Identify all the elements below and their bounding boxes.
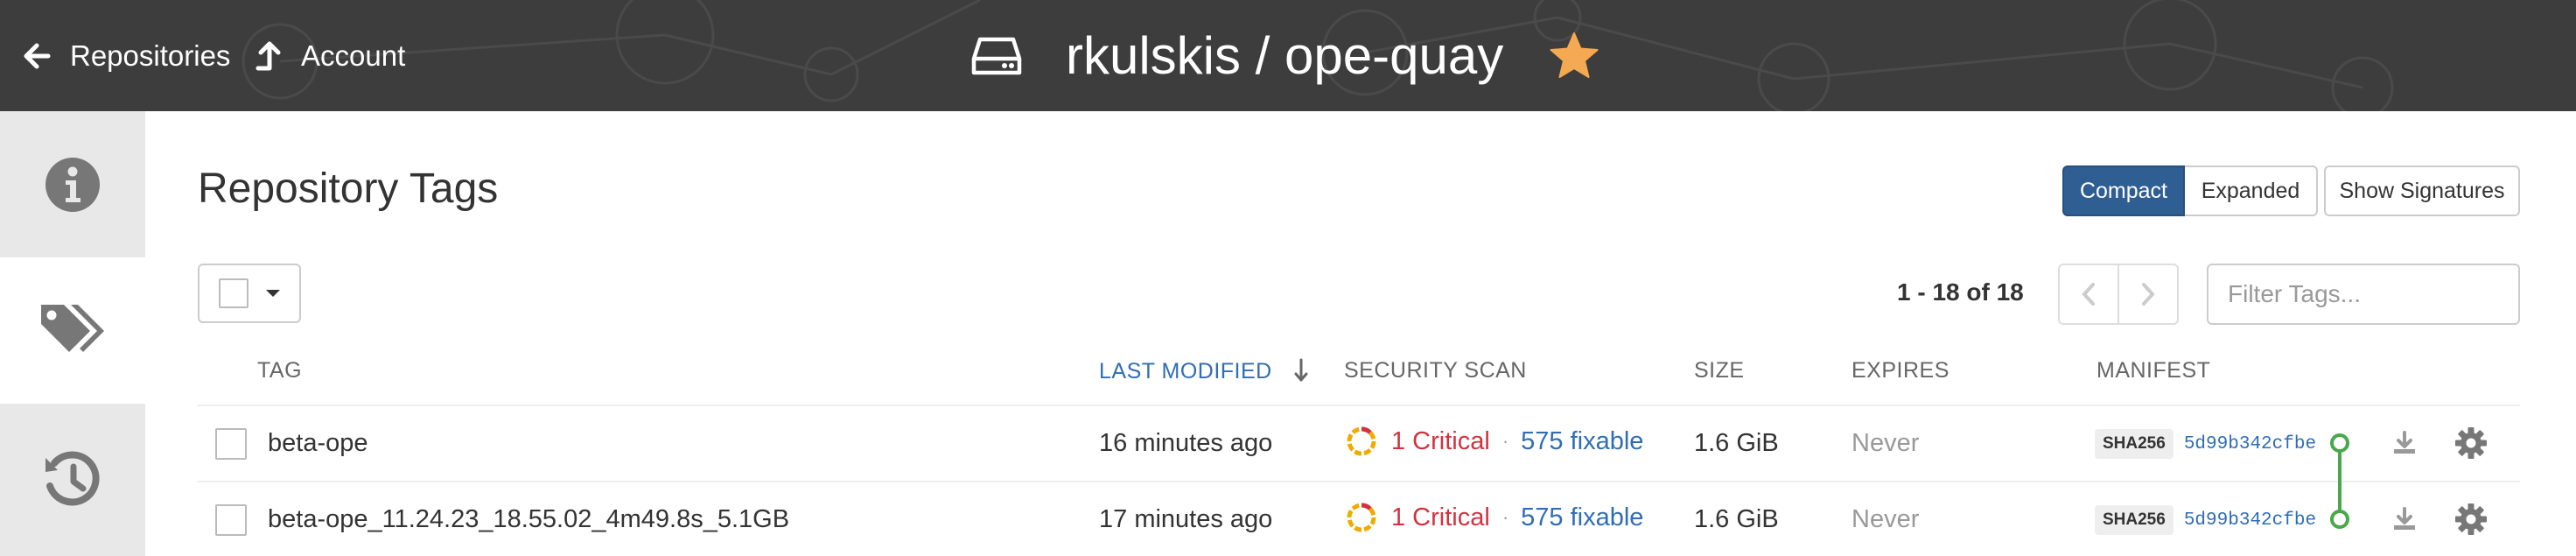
manifest-digest: SHA256 5d99b342cfbe <box>2095 429 2316 459</box>
signatures-toggle: Show Signatures <box>2324 165 2520 216</box>
sha256-label: SHA256 <box>2095 429 2174 459</box>
vulnerability-donut-icon[interactable] <box>1346 502 1377 533</box>
arrow-left-icon <box>24 43 51 68</box>
pagination-controls <box>2058 264 2179 325</box>
star-icon[interactable] <box>1549 32 1600 81</box>
repo-title-text: rkulskis / ope-quay <box>1066 26 1504 85</box>
separator: · <box>1502 430 1509 452</box>
table-header-divider <box>198 405 2520 406</box>
repositories-link[interactable]: Repositories <box>23 0 230 111</box>
fixable-count[interactable]: 575 fixable <box>1521 503 1643 532</box>
column-header-expires[interactable]: EXPIRES <box>1852 358 1950 384</box>
critical-count[interactable]: 1 Critical <box>1391 427 1490 456</box>
tab-history[interactable] <box>0 404 145 556</box>
sha256-label: SHA256 <box>2095 505 2174 535</box>
tab-tags[interactable] <box>0 257 145 404</box>
separator: · <box>1502 506 1509 528</box>
security-scan-summary: 1 Critical · 575 fixable <box>1346 502 1643 533</box>
download-icon[interactable] <box>2389 427 2420 459</box>
vulnerability-donut-icon[interactable] <box>1346 426 1377 457</box>
column-header-tag[interactable]: TAG <box>257 358 302 384</box>
last-modified: 16 minutes ago <box>1099 429 1273 457</box>
compact-view-button[interactable]: Compact <box>2062 165 2185 216</box>
column-header-last-modified-label: LAST MODIFIED <box>1099 359 1272 384</box>
pagination-text: 1 - 18 of 18 <box>1897 278 2024 306</box>
account-link-label: Account <box>301 39 406 72</box>
digest-link[interactable]: 5d99b342cfbe <box>2184 510 2316 531</box>
tab-info[interactable] <box>0 111 145 257</box>
sidebar <box>0 111 145 556</box>
chevron-left-icon <box>2082 283 2095 306</box>
expires[interactable]: Never <box>1852 505 1919 534</box>
expanded-view-button[interactable]: Expanded <box>2185 165 2318 216</box>
manifest-digest: SHA256 5d99b342cfbe <box>2095 505 2316 535</box>
history-icon <box>46 451 100 506</box>
tags-icon <box>41 304 104 352</box>
last-modified: 17 minutes ago <box>1099 505 1273 533</box>
same-manifest-connector[interactable] <box>2324 429 2356 534</box>
fixable-count[interactable]: 575 fixable <box>1521 427 1643 456</box>
row-checkbox[interactable] <box>215 428 247 460</box>
caret-down-icon <box>266 290 280 297</box>
chevron-right-icon <box>2142 283 2155 306</box>
image-size: 1.6 GiB <box>1694 505 1779 533</box>
gear-icon[interactable] <box>2454 426 2488 461</box>
image-size: 1.6 GiB <box>1694 429 1779 457</box>
expires[interactable]: Never <box>1852 429 1919 458</box>
column-header-security-scan[interactable]: SECURITY SCAN <box>1344 358 1527 384</box>
show-signatures-button[interactable]: Show Signatures <box>2324 165 2520 216</box>
row-divider <box>198 481 2520 482</box>
select-all-checkbox[interactable] <box>219 278 248 308</box>
row-checkbox[interactable] <box>215 504 247 536</box>
info-circle-icon <box>46 157 100 212</box>
hard-drive-icon <box>971 36 1022 76</box>
app-header: Repositories Account rkulskis / ope-quay <box>0 0 2576 111</box>
gear-icon[interactable] <box>2454 502 2488 537</box>
account-link[interactable]: Account <box>256 0 405 111</box>
column-header-size[interactable]: SIZE <box>1694 358 1745 384</box>
download-icon[interactable] <box>2389 503 2420 535</box>
previous-page-button[interactable] <box>2060 265 2118 323</box>
sort-descending-icon <box>1294 358 1308 382</box>
next-page-button[interactable] <box>2118 265 2177 323</box>
select-all-dropdown[interactable] <box>198 264 301 323</box>
filter-tags-input[interactable] <box>2207 264 2520 325</box>
critical-count[interactable]: 1 Critical <box>1391 503 1490 532</box>
repo-title: rkulskis / ope-quay <box>971 0 1600 111</box>
arrow-up-icon <box>256 41 281 70</box>
repositories-link-label: Repositories <box>70 39 231 72</box>
digest-link[interactable]: 5d99b342cfbe <box>2184 434 2316 454</box>
tag-name[interactable]: beta-ope <box>268 429 368 458</box>
page-title: Repository Tags <box>198 165 499 212</box>
column-header-manifest[interactable]: MANIFEST <box>2096 358 2210 384</box>
view-mode-toggle: Compact Expanded <box>2062 165 2318 216</box>
column-header-last-modified[interactable]: LAST MODIFIED <box>1099 358 1308 384</box>
tag-name[interactable]: beta-ope_11.24.23_18.55.02_4m49.8s_5.1GB <box>268 505 789 534</box>
security-scan-summary: 1 Critical · 575 fixable <box>1346 426 1643 457</box>
